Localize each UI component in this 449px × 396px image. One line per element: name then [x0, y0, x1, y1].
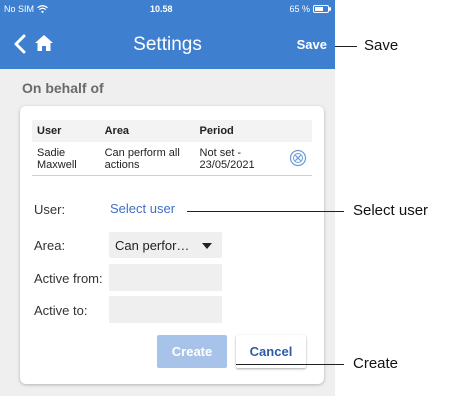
cell-user: Sadie Maxwell: [32, 142, 100, 176]
select-user-callout-line: [187, 211, 344, 212]
column-header-period: Period: [194, 120, 284, 142]
cell-area: Can perform all actions: [99, 142, 195, 176]
remove-circle-icon[interactable]: [289, 149, 307, 167]
active-to-input[interactable]: [109, 296, 222, 323]
status-battery: 65 %: [289, 4, 331, 14]
select-user-callout-label: Select user: [353, 202, 429, 219]
delegations-table: User Area Period Sadie Maxwell Can perfo…: [32, 120, 312, 176]
create-callout-label: Create: [353, 355, 399, 372]
area-selected-value: Can perfor…: [115, 238, 190, 253]
active-from-input[interactable]: [109, 264, 222, 291]
save-callout-line: [335, 46, 357, 47]
area-label: Area:: [34, 238, 66, 253]
status-time: 10.58: [150, 4, 173, 14]
area-dropdown[interactable]: Can perfor…: [109, 232, 222, 258]
create-button[interactable]: Create: [157, 335, 227, 368]
battery-label: 65 %: [289, 4, 310, 14]
table-header-row: User Area Period: [32, 120, 312, 142]
battery-fill: [315, 7, 323, 11]
save-button[interactable]: Save: [297, 37, 327, 52]
column-header-user: User: [32, 120, 100, 142]
battery-icon: [313, 5, 331, 13]
cell-action: [284, 142, 312, 176]
dropdown-caret-icon: [202, 243, 212, 249]
select-user-link[interactable]: Select user: [110, 201, 175, 216]
column-header-area: Area: [99, 120, 195, 142]
on-behalf-card: User Area Period Sadie Maxwell Can perfo…: [20, 106, 324, 384]
cell-period: Not set - 23/05/2021: [194, 142, 284, 176]
user-label: User:: [34, 202, 66, 217]
column-header-action: [284, 120, 312, 142]
table-row[interactable]: Sadie Maxwell Can perform all actions No…: [32, 142, 312, 176]
active-to-label: Active to:: [34, 303, 88, 318]
carrier-label: No SIM: [4, 4, 35, 14]
save-callout-label: Save: [364, 37, 399, 54]
active-from-label: Active from:: [34, 271, 103, 286]
status-carrier: No SIM: [4, 4, 48, 14]
nav-bar: Settings Save: [0, 19, 335, 69]
page-title: Settings: [133, 34, 202, 55]
section-title: On behalf of: [22, 80, 104, 96]
phone-screen: No SIM 10.58 65 % Settings Save On behal…: [0, 0, 335, 396]
create-callout-line: [236, 364, 344, 365]
status-bar: No SIM 10.58 65 %: [0, 0, 335, 19]
wifi-icon: [37, 5, 48, 13]
